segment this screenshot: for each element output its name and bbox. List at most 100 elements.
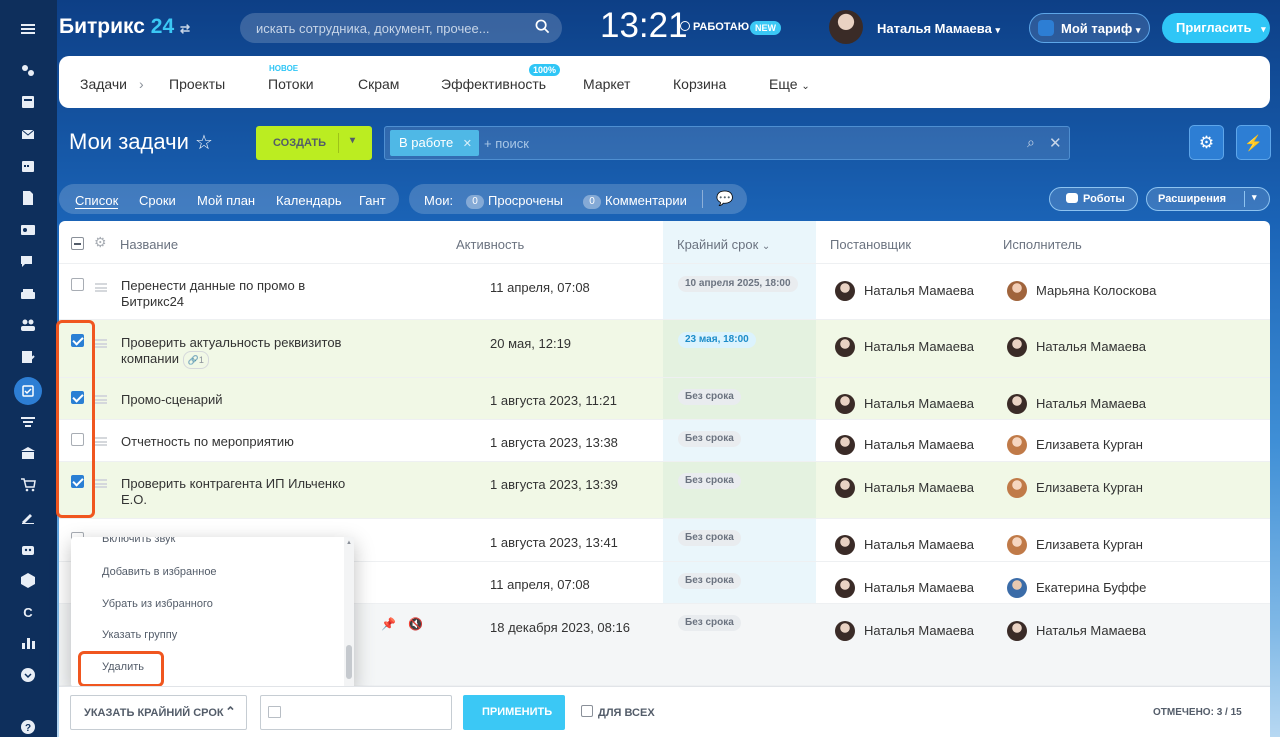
extensions-button[interactable]: Расширения ▾ (1146, 187, 1270, 211)
task-deadline[interactable]: Без срока (678, 389, 741, 405)
tasks-icon[interactable] (14, 377, 42, 405)
filter-search-input[interactable]: + поиск ⌕ ✕ (384, 126, 1070, 160)
view-calendar[interactable]: Календарь (276, 193, 342, 208)
table-row[interactable]: Проверить актуальность реквизитов компан… (59, 320, 1270, 378)
settings-button[interactable]: ⚙ (1189, 125, 1224, 160)
popup-scrollbar[interactable]: ▲ (344, 537, 354, 687)
menu-market[interactable]: Маркет (583, 76, 630, 92)
drag-handle-icon[interactable] (95, 339, 107, 348)
feed-icon[interactable] (17, 60, 39, 82)
overdue-counter[interactable]: 0 Просрочены (466, 193, 563, 209)
drag-handle-icon[interactable] (95, 437, 107, 446)
pin-icon[interactable]: 📌 (381, 617, 396, 631)
apply-button[interactable]: ПРИМЕНИТЬ (463, 695, 565, 730)
table-row[interactable]: Отчетность по мероприятию 1 августа 2023… (59, 420, 1270, 462)
menu-item-add-favorite[interactable]: Добавить в избранное (102, 566, 217, 578)
task-name[interactable]: Отчетность по мероприятию (121, 434, 361, 450)
box-icon[interactable] (17, 569, 39, 591)
edit-doc-icon[interactable] (17, 346, 39, 368)
table-row[interactable]: Промо-сценарий 1 августа 2023, 11:21 Без… (59, 378, 1270, 420)
invite-button[interactable]: Пригласить ▾ (1162, 13, 1270, 43)
col-name[interactable]: Название (120, 237, 178, 252)
bitrix-logo[interactable]: Битрикс 24 ⇄ (59, 15, 190, 39)
filter-icon[interactable] (17, 411, 39, 433)
work-status[interactable]: РАБОТАЮ (680, 21, 749, 33)
create-button[interactable]: СОЗДАТЬ ▾ (256, 126, 372, 160)
menu-tasks[interactable]: Задачи (80, 76, 127, 92)
task-deadline[interactable]: Без срока (678, 573, 741, 589)
chat-icon[interactable] (17, 251, 39, 273)
bank-icon[interactable] (17, 442, 39, 464)
task-name[interactable]: Перенести данные по промо в Битрикс24 (121, 278, 361, 310)
menu-flows[interactable]: Потоки (268, 76, 314, 92)
gear-icon[interactable]: ⚙ (94, 234, 107, 251)
document-icon[interactable] (17, 187, 39, 209)
table-row[interactable]: Проверить контрагента ИП Ильченко Е.О. 1… (59, 462, 1270, 519)
menu-scrum[interactable]: Скрам (358, 76, 399, 92)
date-input[interactable] (260, 695, 452, 730)
task-deadline[interactable]: 10 апреля 2025, 18:00 (678, 276, 798, 292)
task-name[interactable]: Проверить актуальность реквизитов компан… (121, 335, 361, 369)
help-icon[interactable]: ? (17, 716, 39, 737)
my-tariff-button[interactable]: Мой тариф ▾ (1029, 13, 1150, 43)
analytics-icon[interactable] (17, 632, 39, 654)
col-responsible[interactable]: Исполнитель (1003, 237, 1082, 252)
cart-icon[interactable] (17, 474, 39, 496)
task-deadline[interactable]: Без срока (678, 615, 741, 631)
calendar-icon[interactable] (268, 706, 281, 718)
read-all-icon[interactable]: 💬 (716, 190, 733, 207)
star-icon[interactable]: ☆ (195, 132, 213, 154)
col-deadline[interactable]: Крайний срок ⌄ (677, 237, 770, 252)
employees-icon[interactable] (17, 314, 39, 336)
table-row[interactable]: Перенести данные по промо в Битрикс24 11… (59, 263, 1270, 320)
news-icon[interactable] (17, 91, 39, 113)
menu-item-remove-favorite[interactable]: Убрать из избранного (102, 598, 213, 610)
user-name[interactable]: Наталья Мамаева ▾ (877, 21, 1000, 36)
chip-close-icon[interactable]: ✕ (463, 138, 472, 150)
for-all-checkbox[interactable] (581, 705, 593, 717)
menu-projects[interactable]: Проекты (169, 76, 225, 92)
robot-icon[interactable] (17, 538, 39, 560)
menu-item-set-group[interactable]: Указать группу (102, 629, 177, 641)
menu-icon[interactable] (17, 18, 39, 40)
select-all-checkbox[interactable] (71, 237, 84, 250)
user-avatar[interactable] (829, 10, 863, 44)
drag-handle-icon[interactable] (95, 479, 107, 488)
filter-chip[interactable]: В работе ✕ (390, 130, 479, 156)
task-name[interactable]: Проверить контрагента ИП Ильченко Е.О. (121, 476, 361, 508)
drag-handle-icon[interactable] (95, 283, 107, 292)
search-icon[interactable]: ⌕ (1027, 134, 1035, 151)
global-search-input[interactable]: искать сотрудника, документ, прочее... (240, 13, 562, 43)
attachment-icon[interactable]: 🔗1 (182, 351, 209, 369)
dropdown-arrow-icon[interactable]: ▾ (350, 135, 355, 146)
comments-counter[interactable]: 0 Комментарии (583, 193, 687, 209)
menu-item-sound[interactable]: Включить звук (102, 537, 175, 545)
task-deadline[interactable]: Без срока (678, 473, 741, 489)
sign-icon[interactable] (17, 506, 39, 528)
mute-icon[interactable]: 🔇 (408, 617, 423, 631)
c-letter-icon[interactable]: C (17, 601, 39, 623)
view-plan[interactable]: Мой план (197, 193, 255, 208)
task-deadline[interactable]: Без срока (678, 431, 741, 447)
view-deadlines[interactable]: Сроки (139, 193, 176, 208)
menu-efficiency[interactable]: Эффективность (441, 76, 546, 92)
view-gantt[interactable]: Гант (359, 193, 386, 208)
drag-handle-icon[interactable] (95, 395, 107, 404)
col-activity[interactable]: Активность (456, 237, 524, 252)
clear-icon[interactable]: ✕ (1049, 134, 1062, 152)
contact-card-icon[interactable] (17, 219, 39, 241)
col-creator[interactable]: Постановщик (830, 237, 911, 252)
row-checkbox[interactable] (71, 278, 84, 291)
action-select[interactable]: УКАЗАТЬ КРАЙНИЙ СРОК ⌃ (70, 695, 247, 730)
calendar-icon[interactable] (17, 155, 39, 177)
drive-icon[interactable] (17, 283, 39, 305)
menu-trash[interactable]: Корзина (673, 76, 726, 92)
view-list[interactable]: Список (75, 193, 119, 209)
menu-more[interactable]: Еще ⌄ (769, 76, 810, 92)
task-deadline[interactable]: 23 мая, 18:00 (678, 332, 756, 348)
more-chevron-icon[interactable] (17, 664, 39, 686)
lightning-button[interactable]: ⚡ (1236, 125, 1271, 160)
mail-icon[interactable] (17, 123, 39, 145)
task-deadline[interactable]: Без срока (678, 530, 741, 546)
robots-button[interactable]: Роботы (1049, 187, 1138, 211)
